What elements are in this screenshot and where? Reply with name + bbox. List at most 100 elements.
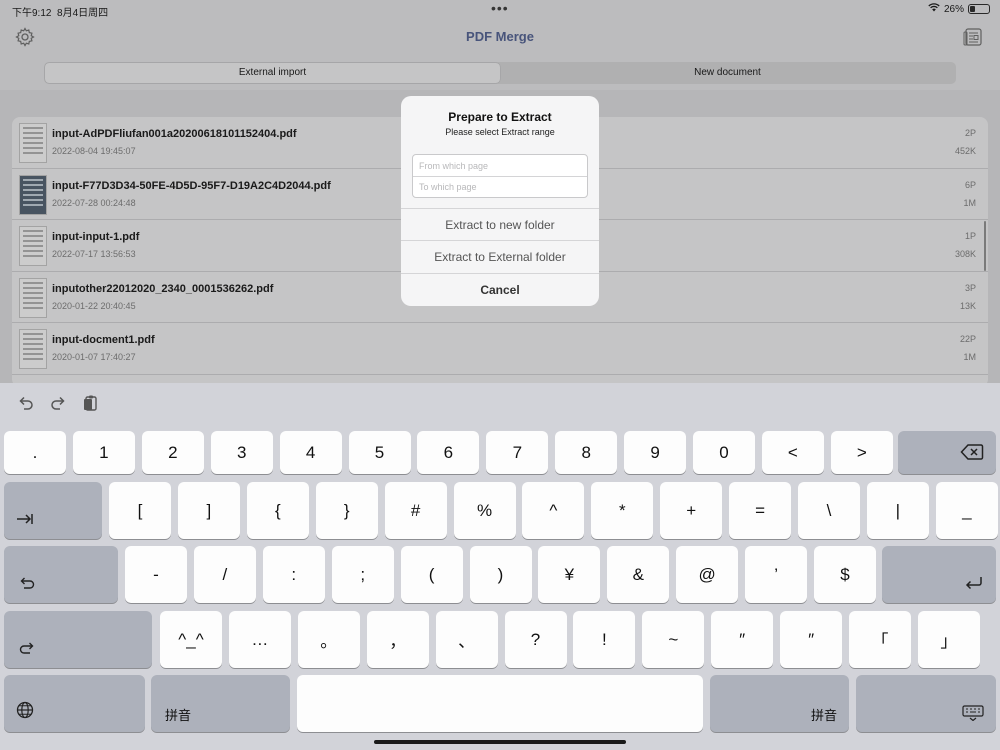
key[interactable]: 2 xyxy=(141,431,204,474)
key-label: / xyxy=(222,564,228,584)
key[interactable]: ! xyxy=(573,611,636,668)
key[interactable]: ^ xyxy=(522,482,585,539)
key[interactable]: _ xyxy=(935,482,998,539)
key[interactable]: ( xyxy=(400,546,463,603)
redo-icon[interactable] xyxy=(48,393,68,413)
key[interactable]: | xyxy=(866,482,929,539)
key-label: ( xyxy=(428,564,435,584)
redo-key[interactable] xyxy=(4,611,152,668)
return-key[interactable] xyxy=(882,546,996,603)
key-label: … xyxy=(251,629,269,649)
key[interactable]: > xyxy=(830,431,893,474)
key-label: ? xyxy=(530,629,541,649)
key[interactable]: + xyxy=(660,482,723,539)
key-label: ! xyxy=(602,629,607,649)
to-page-input[interactable] xyxy=(413,176,587,197)
key[interactable]: ″ xyxy=(711,611,774,668)
backspace-icon xyxy=(960,443,984,466)
key-label: ] xyxy=(206,500,212,520)
key-label: ’ xyxy=(774,564,778,584)
extract-external-folder-button[interactable]: Extract to External folder xyxy=(401,240,599,272)
key[interactable]: \ xyxy=(798,482,860,539)
key-label: 5 xyxy=(374,442,385,462)
key[interactable]: } xyxy=(315,482,378,539)
key[interactable]: { xyxy=(246,482,309,539)
key[interactable]: 1 xyxy=(72,431,135,474)
key[interactable]: @ xyxy=(676,546,739,603)
key[interactable]: . xyxy=(4,431,66,474)
key-label: ¥ xyxy=(564,564,575,584)
key[interactable]: ， xyxy=(366,611,429,668)
key[interactable]: ″ xyxy=(780,611,843,668)
key[interactable]: / xyxy=(193,546,256,603)
undo-icon[interactable] xyxy=(16,393,36,413)
key[interactable]: ? xyxy=(504,611,567,668)
paste-icon[interactable] xyxy=(81,393,101,413)
key[interactable]: … xyxy=(228,611,291,668)
key[interactable]: # xyxy=(384,482,447,539)
key-label: 、 xyxy=(458,632,476,651)
space-key[interactable] xyxy=(297,675,703,732)
key-label: { xyxy=(274,500,281,520)
key-label: _ xyxy=(962,500,972,520)
dismiss-keyboard-key[interactable] xyxy=(856,675,996,732)
key-label: ~ xyxy=(668,629,679,649)
key-label: \ xyxy=(826,500,832,520)
from-page-input[interactable] xyxy=(413,155,587,176)
key-label: > xyxy=(856,442,867,462)
key-label: } xyxy=(343,500,350,520)
key[interactable]: = xyxy=(729,482,792,539)
key[interactable]: 8 xyxy=(555,431,618,474)
key[interactable]: < xyxy=(761,431,824,474)
key[interactable]: 9 xyxy=(624,431,687,474)
key[interactable]: 「 xyxy=(849,611,911,668)
key[interactable]: - xyxy=(125,546,187,603)
key[interactable]: 7 xyxy=(486,431,549,474)
globe-key[interactable] xyxy=(4,675,145,732)
key[interactable]: ’ xyxy=(745,546,808,603)
cancel-button[interactable]: Cancel xyxy=(401,273,599,305)
key[interactable]: 3 xyxy=(210,431,273,474)
key-label: # xyxy=(410,500,421,520)
key[interactable]: ) xyxy=(469,546,532,603)
key-label: 9 xyxy=(650,442,660,462)
key[interactable]: [ xyxy=(109,482,171,539)
key[interactable]: ^_^ xyxy=(160,611,222,668)
key[interactable]: ; xyxy=(331,546,394,603)
key-label: ^ xyxy=(549,500,558,520)
key-label: % xyxy=(476,500,493,520)
redo-key-icon xyxy=(18,640,36,660)
key[interactable]: ~ xyxy=(642,611,705,668)
key[interactable]: ] xyxy=(177,482,240,539)
key-label: @ xyxy=(698,564,716,584)
key[interactable]: 。 xyxy=(297,611,360,668)
key[interactable]: 」 xyxy=(917,611,980,668)
key-label: 8 xyxy=(581,442,591,462)
key[interactable]: * xyxy=(591,482,654,539)
key[interactable]: % xyxy=(453,482,516,539)
key-label: 。 xyxy=(320,632,338,651)
key[interactable]: $ xyxy=(814,546,876,603)
key[interactable]: 4 xyxy=(279,431,342,474)
tab-key[interactable] xyxy=(4,482,102,539)
key[interactable]: 、 xyxy=(435,611,498,668)
key-label: 4 xyxy=(305,442,316,462)
pinyin-key-left[interactable]: 拼音 xyxy=(151,675,290,732)
pinyin-key-right[interactable]: 拼音 xyxy=(710,675,849,732)
key[interactable]: : xyxy=(262,546,325,603)
undo-key[interactable] xyxy=(4,546,118,603)
home-indicator[interactable] xyxy=(374,740,626,744)
extract-new-folder-button[interactable]: Extract to new folder xyxy=(401,208,599,240)
key[interactable]: ¥ xyxy=(538,546,601,603)
key[interactable]: & xyxy=(607,546,670,603)
backspace-key[interactable] xyxy=(898,431,996,474)
key-label: ) xyxy=(497,564,504,584)
key[interactable]: 5 xyxy=(348,431,411,474)
key-label: & xyxy=(632,564,644,584)
key[interactable]: 0 xyxy=(693,431,755,474)
alert-title: Prepare to Extract xyxy=(448,110,552,124)
key[interactable]: 6 xyxy=(417,431,480,474)
key-label: 2 xyxy=(168,442,178,462)
key-label: - xyxy=(153,564,159,584)
key-label: | xyxy=(895,500,901,520)
